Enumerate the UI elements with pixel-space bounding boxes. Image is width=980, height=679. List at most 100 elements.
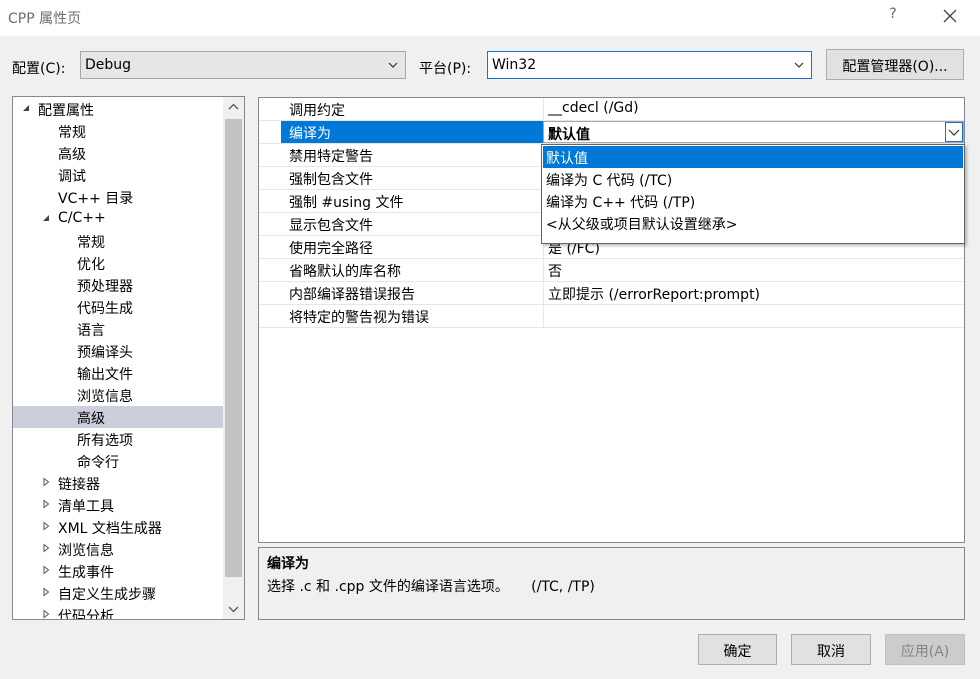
tree-item-label: 优化 bbox=[77, 257, 105, 273]
property-name: 强制包含文件 bbox=[289, 172, 373, 188]
property-value[interactable]: __cdecl (/Gd) bbox=[543, 98, 964, 120]
tree-item-label: C/C++ bbox=[58, 210, 106, 226]
property-value[interactable] bbox=[543, 305, 964, 327]
collapsed-triangle-icon[interactable] bbox=[41, 587, 51, 597]
property-row[interactable]: 将特定的警告视为错误 bbox=[259, 305, 964, 328]
close-button[interactable] bbox=[938, 4, 962, 28]
property-name: 省略默认的库名称 bbox=[289, 264, 401, 280]
tree-item-label: 生成事件 bbox=[58, 565, 114, 581]
tree-item-label: 常规 bbox=[77, 235, 105, 251]
property-row[interactable]: 调用约定 __cdecl (/Gd) bbox=[259, 98, 964, 121]
collapsed-triangle-icon[interactable] bbox=[41, 543, 51, 553]
tree-item-label: 语言 bbox=[77, 323, 105, 339]
chevron-down-icon bbox=[794, 62, 804, 68]
tree-item-label: 命令行 bbox=[77, 455, 119, 471]
tree-item[interactable]: 命令行 bbox=[13, 450, 223, 472]
property-value[interactable]: 默认值 bbox=[543, 121, 964, 143]
scroll-up-icon[interactable] bbox=[223, 97, 244, 117]
dropdown-option[interactable]: 编译为 C 代码 (/TC) bbox=[543, 168, 963, 190]
tree-item-label: 代码生成 bbox=[77, 301, 133, 317]
tree-item-label: VC++ 目录 bbox=[58, 191, 134, 207]
tree-item[interactable]: 浏览信息 bbox=[13, 538, 223, 560]
tree-item[interactable]: 高级 bbox=[13, 406, 223, 428]
tree-item-label: 自定义生成步骤 bbox=[58, 587, 156, 603]
collapsed-triangle-icon[interactable] bbox=[41, 477, 51, 487]
property-name: 将特定的警告视为错误 bbox=[289, 310, 429, 326]
compile-as-dropdown-list[interactable]: 默认值 编译为 C 代码 (/TC) 编译为 C++ 代码 (/TP) <从父级或项目… bbox=[541, 144, 965, 244]
dropdown-button[interactable] bbox=[945, 122, 963, 142]
collapsed-triangle-icon[interactable] bbox=[41, 565, 51, 575]
tree-item[interactable]: 链接器 bbox=[13, 472, 223, 494]
tree-item[interactable]: C/C++ bbox=[13, 208, 223, 230]
tree-item[interactable]: VC++ 目录 bbox=[13, 186, 223, 208]
tree-item[interactable]: 自定义生成步骤 bbox=[13, 582, 223, 604]
property-value[interactable]: 否 bbox=[543, 259, 964, 281]
chevron-down-icon bbox=[388, 62, 398, 68]
property-name: 强制 #using 文件 bbox=[289, 195, 404, 211]
tree-item[interactable]: 生成事件 bbox=[13, 560, 223, 582]
tree-item-label: 配置属性 bbox=[38, 103, 94, 119]
property-value[interactable]: 立即提示 (/errorReport:prompt) bbox=[543, 282, 964, 304]
platform-value: Win32 bbox=[492, 57, 537, 73]
expanded-triangle-icon[interactable] bbox=[21, 103, 31, 113]
property-row[interactable]: 编译为 默认值 bbox=[259, 121, 964, 144]
property-name: 调用约定 bbox=[289, 103, 345, 119]
dropdown-option[interactable]: 编译为 C++ 代码 (/TP) bbox=[543, 190, 963, 212]
help-button[interactable]: ? bbox=[886, 6, 900, 22]
close-icon bbox=[943, 9, 957, 23]
description-title: 编译为 bbox=[267, 556, 309, 572]
tree-item-label: 常规 bbox=[58, 125, 86, 141]
tree-scrollbar[interactable] bbox=[223, 97, 244, 619]
property-tree[interactable]: 配置属性 常规 高级 调试 VC++ 目录 C/C++ 常规 优化 预处理器 代码生成 语言 预编译头… bbox=[12, 96, 245, 620]
tree-item[interactable]: XML 文档生成器 bbox=[13, 516, 223, 538]
collapsed-triangle-icon[interactable] bbox=[41, 499, 51, 509]
dropdown-option[interactable]: 默认值 bbox=[543, 146, 963, 168]
tree-item[interactable]: 输出文件 bbox=[13, 362, 223, 384]
scrollbar-thumb[interactable] bbox=[225, 119, 242, 577]
chevron-down-icon bbox=[948, 129, 960, 136]
tree-item[interactable]: 常规 bbox=[13, 120, 223, 142]
config-manager-label: 配置管理器(O)... bbox=[842, 59, 948, 75]
property-name: 使用完全路径 bbox=[289, 241, 373, 257]
collapsed-triangle-icon[interactable] bbox=[41, 521, 51, 531]
collapsed-triangle-icon[interactable] bbox=[41, 609, 51, 619]
tree-item[interactable]: 配置属性 bbox=[13, 98, 223, 120]
tree-item[interactable]: 预处理器 bbox=[13, 274, 223, 296]
scroll-down-icon[interactable] bbox=[223, 599, 244, 619]
ok-button[interactable]: 确定 bbox=[698, 634, 777, 665]
property-name: 内部编译器错误报告 bbox=[289, 287, 415, 303]
property-name: 显示包含文件 bbox=[289, 218, 373, 234]
tree-item-label: 预处理器 bbox=[77, 279, 133, 295]
platform-label: 平台(P): bbox=[419, 61, 472, 77]
tree-item[interactable]: 调试 bbox=[13, 164, 223, 186]
tree-item-label: 高级 bbox=[58, 147, 86, 163]
tree-item[interactable]: 语言 bbox=[13, 318, 223, 340]
property-row[interactable]: 省略默认的库名称 否 bbox=[259, 259, 964, 282]
ok-label: 确定 bbox=[723, 644, 752, 660]
tree-item[interactable]: 高级 bbox=[13, 142, 223, 164]
tree-item[interactable]: 优化 bbox=[13, 252, 223, 274]
dropdown-option[interactable]: <从父级或项目默认设置继承> bbox=[543, 212, 963, 234]
config-combo[interactable]: Debug bbox=[80, 51, 406, 79]
property-name: 编译为 bbox=[281, 121, 543, 143]
tree-item[interactable]: 代码生成 bbox=[13, 296, 223, 318]
expanded-triangle-icon[interactable] bbox=[41, 213, 51, 223]
tree-item[interactable]: 预编译头 bbox=[13, 340, 223, 362]
cancel-label: 取消 bbox=[817, 644, 845, 660]
apply-button[interactable]: 应用(A) bbox=[885, 634, 965, 665]
property-name: 禁用特定警告 bbox=[289, 149, 373, 165]
platform-combo[interactable]: Win32 bbox=[487, 51, 812, 79]
tree-item-label: 代码分析 bbox=[58, 609, 114, 620]
cancel-button[interactable]: 取消 bbox=[791, 634, 871, 665]
tree-item[interactable]: 清单工具 bbox=[13, 494, 223, 516]
tree-item-label: 清单工具 bbox=[58, 499, 114, 515]
tree-item[interactable]: 常规 bbox=[13, 230, 223, 252]
description-pane: 编译为 选择 .c 和 .cpp 文件的编译语言选项。 (/TC, /TP) bbox=[258, 547, 965, 620]
property-row[interactable]: 内部编译器错误报告 立即提示 (/errorReport:prompt) bbox=[259, 282, 964, 305]
config-manager-button[interactable]: 配置管理器(O)... bbox=[826, 49, 964, 80]
tree-item-label: 浏览信息 bbox=[58, 543, 114, 559]
tree-item[interactable]: 所有选项 bbox=[13, 428, 223, 450]
tree-item[interactable]: 浏览信息 bbox=[13, 384, 223, 406]
tree-item[interactable]: 代码分析 bbox=[13, 604, 223, 620]
window-title: CPP 属性页 bbox=[8, 11, 82, 27]
